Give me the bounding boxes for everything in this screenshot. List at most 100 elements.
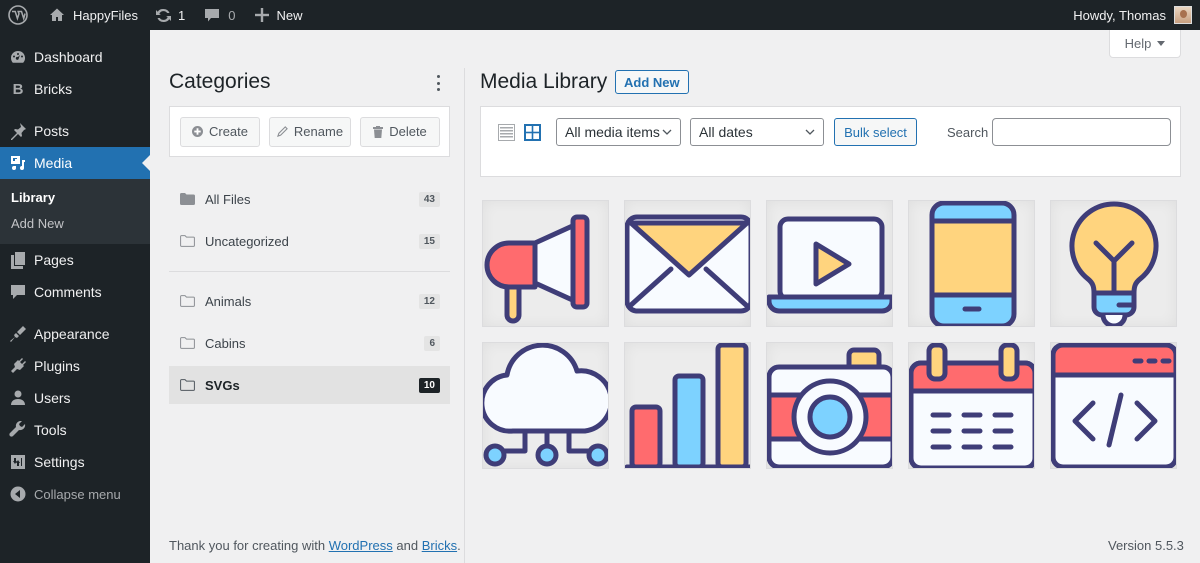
sidebar-label: Bricks [34, 81, 73, 97]
chevron-down-icon [662, 129, 672, 135]
bricks-icon: B [12, 80, 24, 98]
submenu-item-library[interactable]: Library [0, 185, 150, 211]
sidebar-item-media[interactable]: Media [0, 147, 150, 179]
category-cabins[interactable]: Cabins 6 [169, 324, 450, 362]
wordpress-link[interactable]: WordPress [329, 538, 393, 553]
sidebar-item-posts[interactable]: Posts [0, 115, 150, 147]
create-label: Create [208, 124, 249, 139]
sidebar-label: Media [34, 155, 73, 171]
sidebar-item-pages[interactable]: Pages [0, 244, 150, 276]
user-icon [11, 390, 25, 405]
add-new-media-button[interactable]: Add New [615, 70, 689, 94]
sidebar-item-comments[interactable]: Comments [0, 276, 150, 308]
trash-icon [373, 125, 384, 138]
sidebar-item-users[interactable]: Users [0, 382, 150, 414]
sidebar-item-plugins[interactable]: Plugins [0, 350, 150, 382]
grid-view-icon [524, 124, 541, 141]
category-name: Cabins [205, 335, 246, 351]
submenu-item-add-new[interactable]: Add New [0, 211, 150, 237]
media-item[interactable] [1050, 200, 1177, 327]
media-item[interactable] [766, 200, 893, 327]
caret-down-icon [1157, 40, 1166, 46]
bricks-link[interactable]: Bricks [422, 538, 457, 553]
sidebar-item-dashboard[interactable]: Dashboard [0, 41, 150, 73]
sidebar-label: Dashboard [34, 49, 103, 65]
plus-icon [254, 8, 269, 22]
categories-more-button[interactable] [433, 73, 443, 93]
greeting: Howdy, Thomas [1073, 7, 1166, 23]
footer-text: Thank you for creating with [169, 538, 329, 553]
media-item[interactable] [482, 200, 609, 327]
pencil-icon [276, 126, 288, 137]
help-label: Help [1124, 36, 1152, 51]
list-view-icon [498, 124, 515, 141]
wordpress-logo-icon [8, 5, 28, 25]
media-icon [11, 156, 25, 170]
settings-icon [11, 455, 25, 469]
site-name: HappyFiles [73, 7, 139, 23]
media-item[interactable] [766, 342, 893, 469]
updates-icon [156, 8, 172, 22]
collapse-label: Collapse menu [34, 486, 121, 502]
rename-category-button[interactable]: Rename [269, 116, 351, 147]
media-item[interactable] [908, 342, 1035, 469]
create-category-button[interactable]: Create [180, 116, 260, 147]
comments-link[interactable]: 0 [192, 0, 242, 30]
admin-bar: HappyFiles 1 0 New Howdy, Thomas [0, 0, 1200, 30]
sidebar-label: Settings [34, 454, 85, 470]
folder-icon [180, 337, 195, 349]
date-value: All dates [699, 124, 753, 140]
my-account[interactable]: Howdy, Thomas [1073, 6, 1200, 24]
media-search-input[interactable] [992, 118, 1171, 146]
categories-panel: Categories Create Rename Delete All File… [150, 30, 464, 563]
cloud-network-icon [483, 343, 608, 467]
kebab-icon [436, 75, 440, 78]
sidebar-item-appearance[interactable]: Appearance [0, 318, 150, 350]
sidebar-item-bricks[interactable]: B Bricks [0, 73, 150, 105]
comment-icon [205, 9, 220, 22]
grid-view-button[interactable] [524, 124, 541, 144]
sidebar-item-settings[interactable]: Settings [0, 446, 150, 478]
sidebar-label: Comments [34, 284, 102, 300]
category-count: 10 [418, 377, 440, 393]
footer-credits: Thank you for creating with WordPress an… [169, 538, 461, 553]
category-uncategorized[interactable]: Uncategorized 15 [169, 222, 450, 260]
help-tab-button[interactable]: Help [1109, 30, 1181, 58]
pin-icon [11, 123, 26, 140]
updates-count: 1 [178, 7, 186, 23]
home-icon [50, 8, 64, 21]
category-all-files[interactable]: All Files 43 [169, 180, 450, 218]
media-item[interactable] [482, 342, 609, 469]
comments-icon [11, 285, 25, 299]
date-filter[interactable]: All dates [690, 118, 824, 146]
media-item[interactable] [624, 342, 751, 469]
category-divider [169, 271, 450, 272]
site-name-link[interactable]: HappyFiles [42, 0, 145, 30]
comments-count: 0 [228, 7, 236, 23]
updates-link[interactable]: 1 [145, 0, 192, 30]
admin-sidebar: Dashboard B Bricks Posts Media Library A… [0, 30, 150, 563]
media-item[interactable] [1050, 342, 1177, 469]
delete-category-button[interactable]: Delete [360, 116, 440, 147]
media-type-filter[interactable]: All media items [556, 118, 681, 146]
megaphone-icon [484, 214, 590, 324]
panel-divider[interactable] [464, 68, 465, 563]
camera-icon [767, 347, 892, 468]
category-animals[interactable]: Animals 12 [169, 282, 450, 320]
new-content-link[interactable]: New [243, 0, 310, 30]
category-svgs[interactable]: SVGs 10 [169, 366, 450, 404]
sidebar-label: Users [34, 390, 71, 406]
sidebar-item-tools[interactable]: Tools [0, 414, 150, 446]
media-item[interactable] [624, 200, 751, 327]
collapse-menu-button[interactable]: Collapse menu [0, 478, 150, 510]
sidebar-label: Plugins [34, 358, 80, 374]
folder-icon [180, 235, 195, 247]
sidebar-label: Tools [34, 422, 67, 438]
bulk-select-button[interactable]: Bulk select [834, 118, 917, 146]
plug-icon [11, 358, 26, 373]
media-item[interactable] [908, 200, 1035, 327]
code-window-icon [1051, 343, 1176, 468]
wordpress-logo-button[interactable] [0, 0, 42, 30]
list-view-button[interactable] [498, 124, 515, 144]
media-grid [482, 200, 1192, 469]
